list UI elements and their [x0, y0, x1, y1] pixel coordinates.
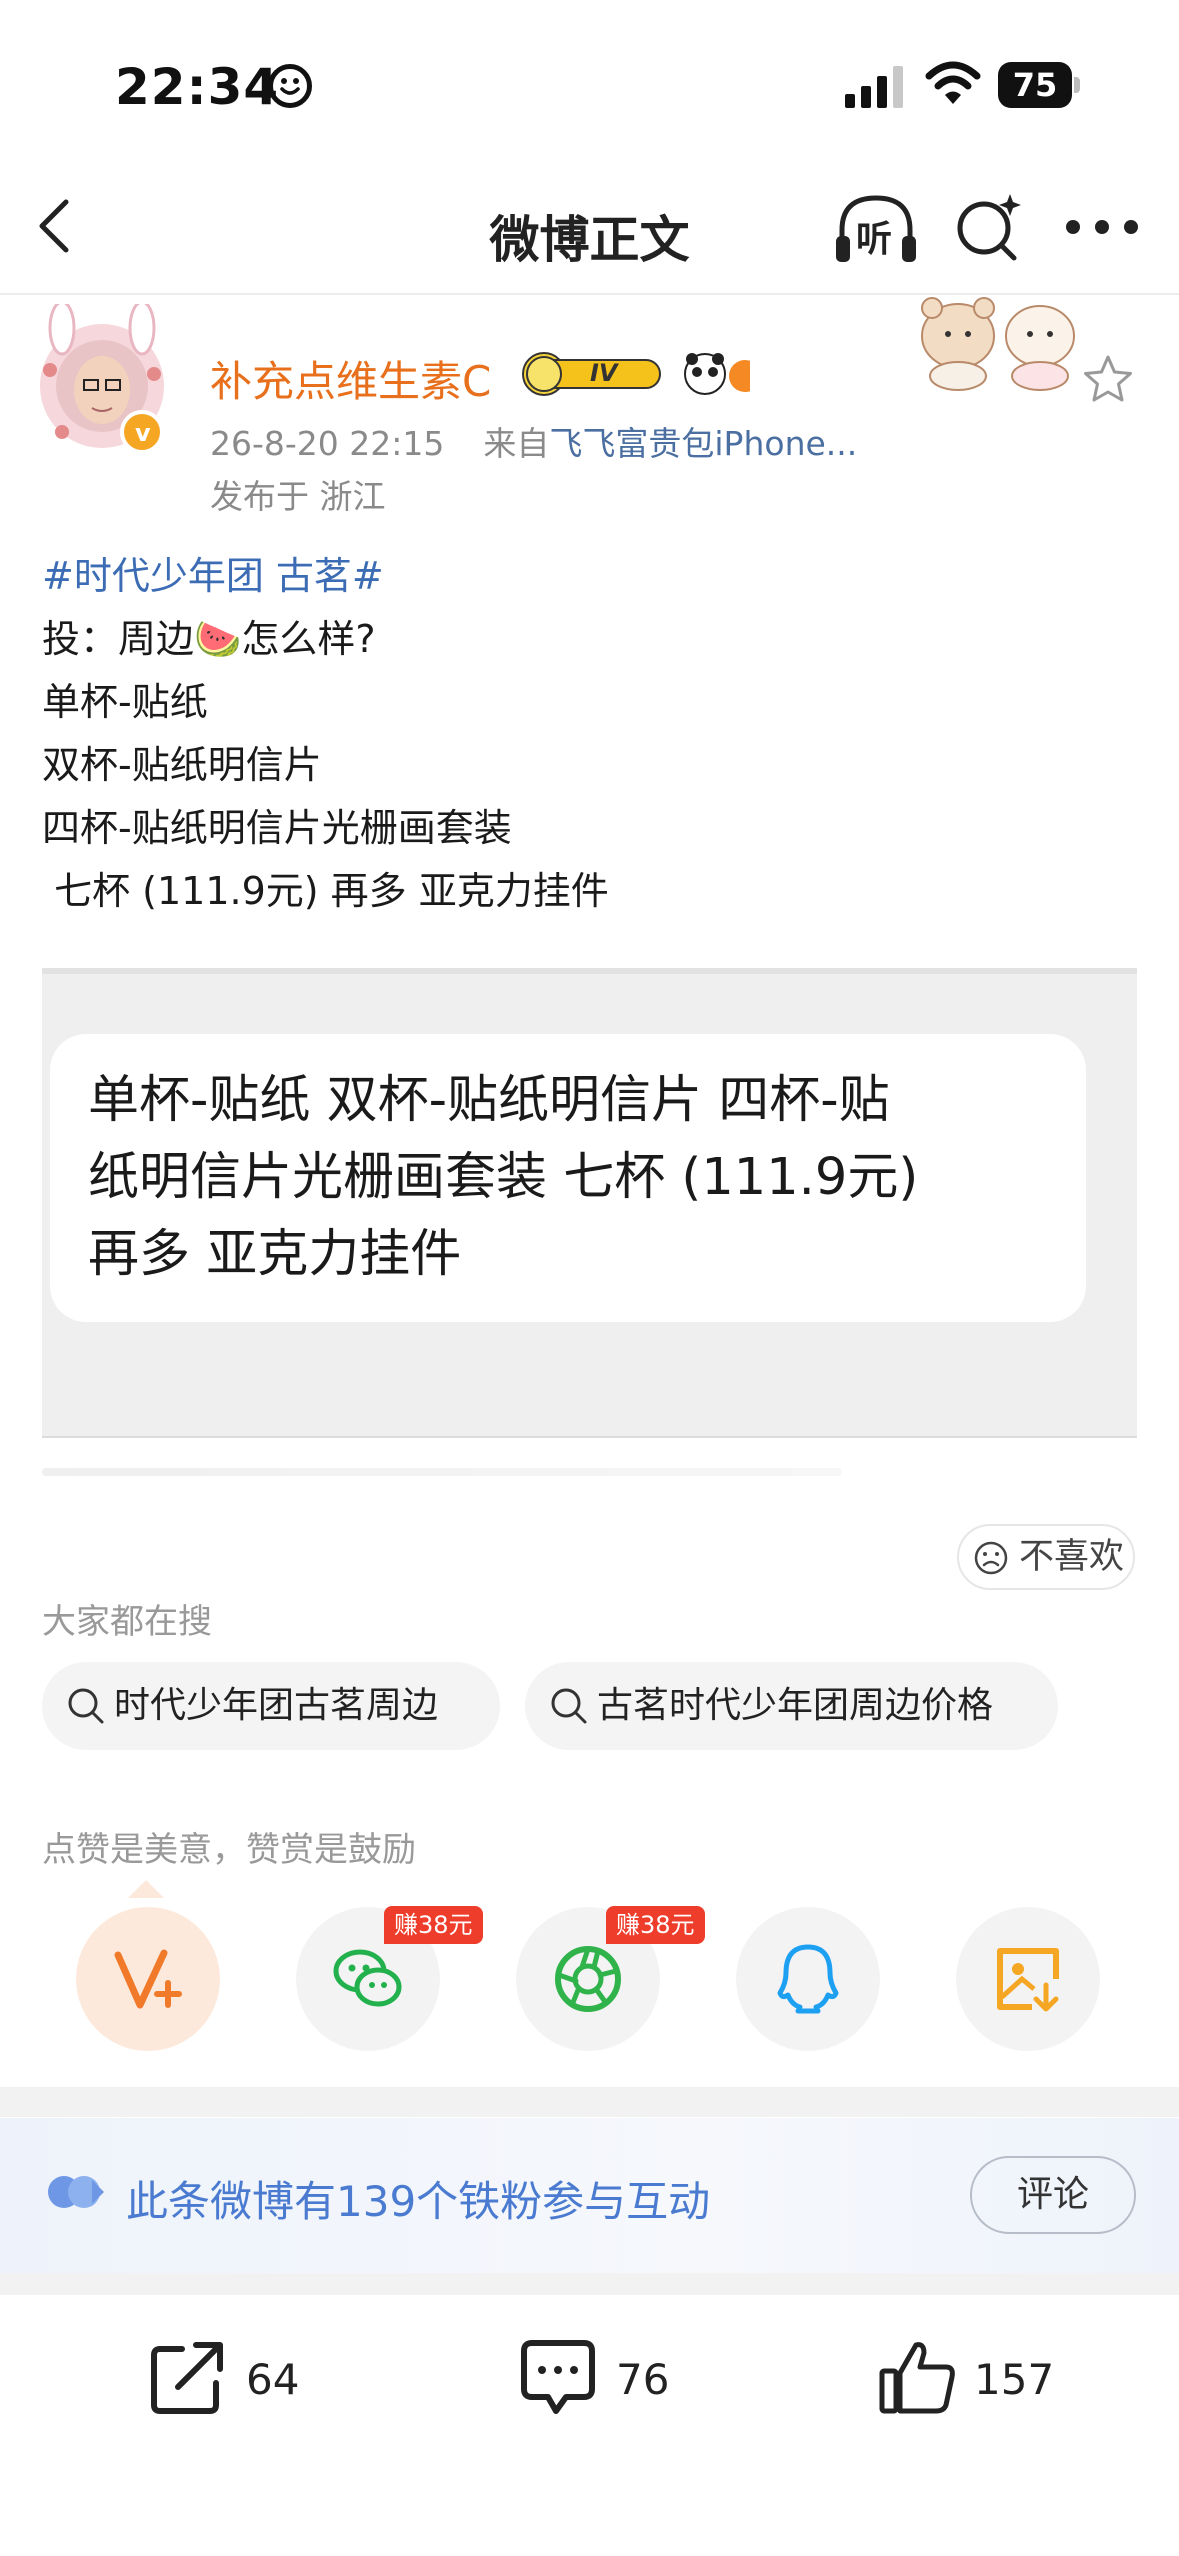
- listen-button[interactable]: 听: [832, 190, 920, 270]
- selected-caret: [128, 1880, 164, 1898]
- post-source[interactable]: 飞飞富贵包iPhone...: [549, 424, 857, 463]
- post-line: 七杯 (111.9元) 再多 亚克力挂件: [42, 869, 609, 913]
- favorite-star-icon[interactable]: [1080, 352, 1136, 408]
- listen-label: 听: [856, 219, 893, 260]
- username[interactable]: 补充点维生素C: [210, 348, 491, 409]
- search-icon: [68, 1688, 104, 1724]
- comment-button[interactable]: 评论: [970, 2156, 1136, 2234]
- image-text-line: 单杯-贴纸 双杯-贴纸明信片 四杯-贴: [88, 1071, 890, 1130]
- search-icon[interactable]: [952, 190, 1024, 262]
- image-bottom-divider: [42, 1468, 842, 1476]
- repost-button[interactable]: 64: [148, 2337, 308, 2427]
- moments-icon: [555, 1946, 621, 2012]
- qq-icon: [777, 1944, 839, 2014]
- user-badges: IV: [520, 350, 761, 400]
- fans-text[interactable]: 此条微博有139个铁粉参与互动: [126, 2168, 710, 2229]
- post-line: 四杯-贴纸明信片光栅画套装: [42, 806, 512, 850]
- fans-interaction-banner: 此条微博有139个铁粉参与互动 评论: [0, 2118, 1179, 2273]
- v-plus-button[interactable]: [76, 1907, 220, 2051]
- nav-bar: 微博正文 听: [0, 160, 1179, 295]
- v-plus-icon: [114, 1949, 182, 2009]
- more-icon[interactable]: [1062, 220, 1142, 240]
- search-chip-label: 古茗时代少年团周边价格: [597, 1685, 994, 1726]
- bottom-action-bar: 64 76 157: [0, 2295, 1179, 2556]
- comment-count: 76: [616, 2355, 670, 2404]
- battery-icon: 75: [998, 62, 1080, 108]
- source-prefix: 来自: [483, 424, 550, 463]
- image-chat-bubble: 单杯-贴纸 双杯-贴纸明信片 四杯-贴 纸明信片光栅画套装 七杯 (111.9元…: [50, 1034, 1086, 1322]
- wechat-icon: [333, 1949, 402, 2007]
- post-line: 双杯-贴纸明信片: [42, 743, 322, 787]
- like-button[interactable]: 157: [878, 2337, 1058, 2427]
- search-chip[interactable]: 古茗时代少年团周边价格: [525, 1662, 1058, 1750]
- post-line: 单杯-贴纸: [42, 680, 208, 724]
- post-date: 26-8-20 22:15: [210, 424, 445, 463]
- status-bar: 22:34 75: [0, 0, 1179, 150]
- bear-sticker-decoration: [921, 297, 1075, 391]
- status-time: 22:34: [115, 58, 280, 116]
- cellular-signal-icon: [845, 66, 903, 108]
- battery-level: 75: [998, 62, 1072, 108]
- dislike-button[interactable]: 不喜欢: [957, 1524, 1135, 1590]
- save-image-icon: [997, 1948, 1059, 2012]
- smiley-icon: [268, 64, 312, 108]
- earn-badge: 赚38元: [606, 1906, 705, 1944]
- comment-icon: [521, 2340, 595, 2414]
- save-image-button[interactable]: [956, 1907, 1100, 2051]
- comment-action-button[interactable]: 76: [518, 2337, 678, 2427]
- avatar[interactable]: v: [32, 300, 172, 464]
- search-icon: [551, 1688, 587, 1724]
- like-count: 157: [974, 2355, 1055, 2404]
- fans-icon: [48, 2176, 104, 2208]
- sad-face-icon: [974, 1541, 1008, 1575]
- level-badge: IV: [590, 359, 618, 387]
- thumbs-up-icon: [879, 2342, 955, 2414]
- post-location: 发布于 浙江: [210, 477, 386, 516]
- dislike-label: 不喜欢: [1019, 1537, 1125, 1577]
- qq-share-button[interactable]: [736, 1907, 880, 2051]
- post-image[interactable]: 单杯-贴纸 双杯-贴纸明信片 四杯-贴 纸明信片光栅画套装 七杯 (111.9元…: [42, 968, 1137, 1438]
- post-meta: 26-8-20 22:15 来自飞飞富贵包iPhone...: [210, 417, 857, 465]
- hashtag-link[interactable]: #时代少年团 古茗#: [42, 545, 1142, 608]
- svg-text:v: v: [135, 419, 151, 447]
- reward-label: 点赞是美意，赞赏是鼓励: [42, 1830, 416, 1870]
- image-text-line: 纸明信片光栅画套装 七杯 (111.9元): [88, 1148, 919, 1207]
- section-divider: [0, 2087, 1179, 2117]
- section-divider: [0, 2273, 1179, 2295]
- search-chip[interactable]: 时代少年团古茗周边: [42, 1662, 500, 1750]
- wifi-icon: [925, 61, 981, 104]
- post-line: 投：周边🍉怎么样?: [42, 617, 376, 661]
- search-chip-label: 时代少年团古茗周边: [114, 1685, 439, 1726]
- earn-badge: 赚38元: [384, 1906, 483, 1944]
- search-section-label: 大家都在搜: [42, 1602, 212, 1642]
- repost-count: 64: [246, 2355, 300, 2404]
- post-body: #时代少年团 古茗# 投：周边🍉怎么样? 单杯-贴纸 双杯-贴纸明信片 四杯-贴…: [42, 545, 1142, 923]
- repost-icon: [151, 2342, 223, 2414]
- image-text-line: 再多 亚克力挂件: [88, 1225, 462, 1284]
